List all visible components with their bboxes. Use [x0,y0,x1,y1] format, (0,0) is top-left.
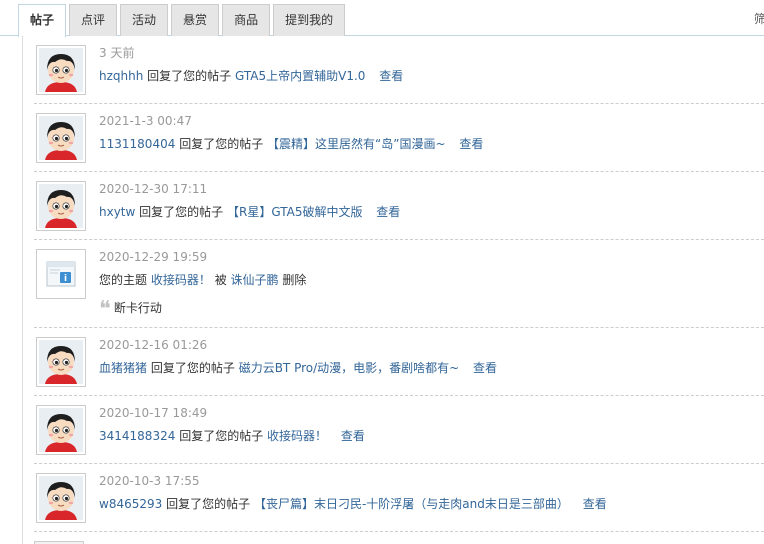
avatar-icon [39,408,83,452]
list-item: 2020-12-16 01:26 血猪猪猪 回复了您的帖子 磁力云BT Pro/… [34,328,764,396]
list-item: 2020-12-30 17:11 hxytw 回复了您的帖子 【R星】GTA5破… [34,172,764,240]
notification-text: w8465293 回复了您的帖子 【丧尸篇】末日刁民-十阶浮屠（与走肉and末日… [99,496,607,512]
action-text: 回复了您的帖子 [150,361,235,375]
by-text: 被 [214,273,227,287]
notification-list: 3 天前 hzqhhh 回复了您的帖子 GTA5上帝内置辅助V1.0 查看 20… [34,36,764,532]
user-link[interactable]: 1131180404 [99,137,175,151]
avatar-icon [39,340,83,384]
notification-text: 您的主题 收接码器！ 被 诛仙子鹏 删除 [99,272,306,288]
tab-comments[interactable]: 点评 [69,4,118,36]
list-item: 2020-10-3 17:55 w8465293 回复了您的帖子 【丧尸篇】末日… [34,464,764,532]
action-text: 回复了您的帖子 [179,137,264,151]
system-notice-icon: i [36,249,86,299]
notification-text: 3414188324 回复了您的帖子 收接码器！ 查看 [99,428,365,444]
user-link[interactable]: hxytw [99,205,135,219]
avatar[interactable] [36,337,86,387]
thread-link[interactable]: 【震精】这里居然有“岛”国漫画~ [267,137,446,151]
notification-text: 1131180404 回复了您的帖子 【震精】这里居然有“岛”国漫画~ 查看 [99,136,483,152]
user-link[interactable]: w8465293 [99,497,162,511]
thread-link[interactable]: 【丧尸篇】末日刁民-十阶浮屠（与走肉and末日是三部曲） [254,497,569,511]
user-link[interactable]: 诛仙子鹏 [231,273,279,287]
avatar[interactable] [36,405,86,455]
reason-text: 断卡行动 [113,301,162,315]
list-item: 2021-1-3 00:47 1131180404 回复了您的帖子 【震精】这里… [34,104,764,172]
user-link[interactable]: 3414188324 [99,429,175,443]
action-text: 回复了您的帖子 [147,69,232,83]
notification-text: hzqhhh 回复了您的帖子 GTA5上帝内置辅助V1.0 查看 [99,68,403,84]
notification-text: 血猪猪猪 回复了您的帖子 磁力云BT Pro/动漫，电影，番剧啥都有~ 查看 [99,360,497,376]
left-divider [22,36,23,544]
tab-bar: 帖子 点评 活动 悬赏 商品 提到我的 筛 [0,0,764,37]
view-link[interactable]: 查看 [459,137,483,151]
notification-text: hxytw 回复了您的帖子 【R星】GTA5破解中文版 查看 [99,204,400,220]
view-link[interactable]: 查看 [379,69,403,83]
filter-link[interactable]: 筛 [754,10,764,26]
user-link[interactable]: 血猪猪猪 [99,361,147,375]
view-link[interactable]: 查看 [583,497,607,511]
timestamp: 3 天前 [99,46,135,60]
tab-posts[interactable]: 帖子 [18,4,67,37]
tab-mentions[interactable]: 提到我的 [273,4,346,36]
tab-activities[interactable]: 活动 [120,4,169,36]
avatar[interactable] [36,45,86,95]
action-text: 回复了您的帖子 [139,205,224,219]
view-link[interactable]: 查看 [341,429,365,443]
timestamp: 2020-10-3 17:55 [99,474,200,488]
quote-mark-icon: ❝ [99,297,111,322]
thread-link[interactable]: 收接码器！ [267,429,327,443]
action-text: 回复了您的帖子 [166,497,251,511]
timestamp: 2021-1-3 00:47 [99,114,192,128]
action-text: 删除 [282,273,307,287]
avatar-icon [39,184,83,228]
list-item: 2020-10-17 18:49 3414188324 回复了您的帖子 收接码器… [34,396,764,464]
reason-quote: ❝ 断卡行动 [99,299,162,321]
thread-link[interactable]: 磁力云BT Pro/动漫，电影，番剧啥都有~ [239,361,460,375]
prefix-text: 您的主题 [99,273,148,287]
tab-rewards[interactable]: 悬赏 [171,4,220,36]
tabs: 帖子 点评 活动 悬赏 商品 提到我的 [18,4,348,37]
avatar-icon [39,116,83,160]
thread-link[interactable]: 【R星】GTA5破解中文版 [227,205,362,219]
avatar-icon [39,476,83,520]
avatar[interactable] [36,181,86,231]
timestamp: 2020-12-16 01:26 [99,338,208,352]
timestamp: 2020-12-30 17:11 [99,182,208,196]
timestamp: 2020-10-17 18:49 [99,406,208,420]
view-link[interactable]: 查看 [473,361,497,375]
tab-goods[interactable]: 商品 [222,4,271,36]
avatar[interactable] [36,113,86,163]
list-item: i 2020-12-29 19:59 您的主题 收接码器！ 被 诛仙子鹏 删除 … [34,240,764,328]
svg-text:i: i [64,274,67,284]
view-link[interactable]: 查看 [376,205,400,219]
list-item: 3 天前 hzqhhh 回复了您的帖子 GTA5上帝内置辅助V1.0 查看 [34,36,764,104]
thread-link[interactable]: 收接码器！ [151,273,211,287]
user-link[interactable]: hzqhhh [99,69,143,83]
avatar-icon [39,48,83,92]
timestamp: 2020-12-29 19:59 [99,250,208,264]
notice-window-icon: i [46,261,76,287]
thread-link[interactable]: GTA5上帝内置辅助V1.0 [235,69,365,83]
action-text: 回复了您的帖子 [179,429,264,443]
avatar[interactable] [36,473,86,523]
